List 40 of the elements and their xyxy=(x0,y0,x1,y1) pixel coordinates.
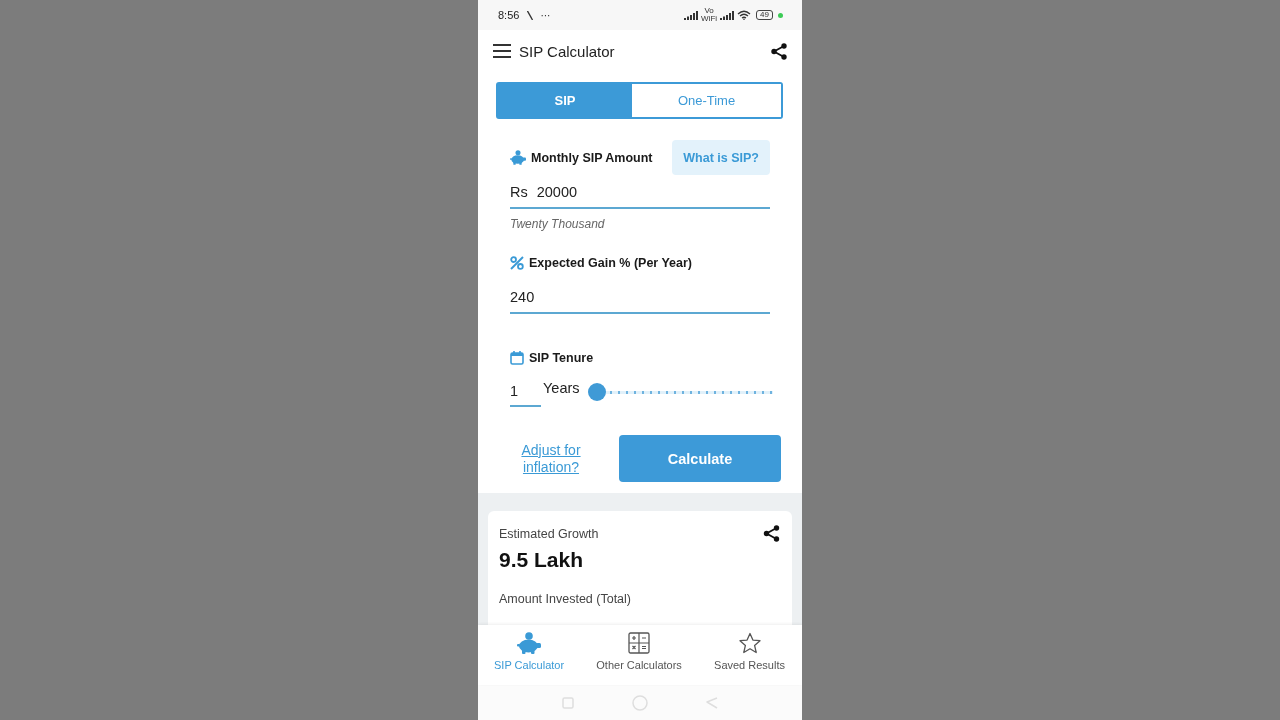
calculator-icon xyxy=(628,632,651,654)
amount-in-words: Twenty Thousand xyxy=(510,217,606,231)
nav-tab[interactable]: Saved Results xyxy=(714,625,785,685)
result-value: 9.5 Lakh xyxy=(499,548,585,572)
share-icon[interactable] xyxy=(771,42,787,60)
notification-overflow: ··· xyxy=(540,9,551,21)
tenure-field[interactable]: 1 xyxy=(510,377,541,407)
slash-icon xyxy=(527,10,534,20)
vowifi-label: Vo WiFi xyxy=(701,7,718,23)
currency-label: Rs xyxy=(510,183,528,200)
inflation-link[interactable]: Adjust for inflation? xyxy=(510,441,592,476)
nav-tab[interactable]: SIP Calculator xyxy=(494,625,565,685)
dot-icon xyxy=(778,12,783,18)
field-label: Expected Gain % (Per Year) xyxy=(529,256,693,270)
slider-thumb[interactable] xyxy=(587,383,606,401)
gain-field[interactable]: 240 xyxy=(510,281,770,314)
share-icon[interactable] xyxy=(763,525,780,542)
app-title: SIP Calculator xyxy=(519,42,615,60)
slider-track[interactable] xyxy=(605,390,773,394)
piggy-bank-icon xyxy=(517,632,542,654)
field-label: SIP Tenure xyxy=(529,351,594,365)
tab[interactable]: SIP xyxy=(498,84,633,117)
help-button[interactable]: What is SIP? xyxy=(672,140,770,175)
calendar-icon xyxy=(510,351,524,365)
result-label: Estimated Growth xyxy=(499,526,599,541)
calculate-button[interactable]: Calculate xyxy=(619,435,781,482)
star-icon xyxy=(738,632,761,654)
status-time: 8:56 xyxy=(498,9,520,21)
percent-icon xyxy=(510,256,524,270)
signal-icon xyxy=(684,10,699,20)
battery-indicator: 49 xyxy=(756,10,773,20)
field-label: Monthly SIP Amount xyxy=(531,150,653,165)
nav-tab[interactable]: Other Calculators xyxy=(596,625,682,685)
amount-field[interactable]: Rs 20000 xyxy=(510,176,770,209)
unit-label: Years xyxy=(543,380,580,396)
wifi-icon xyxy=(737,10,752,20)
result-label: Amount Invested (Total) xyxy=(499,592,631,606)
menu-icon[interactable] xyxy=(493,44,511,58)
piggy-bank-icon xyxy=(510,150,526,165)
signal-icon xyxy=(720,10,735,20)
